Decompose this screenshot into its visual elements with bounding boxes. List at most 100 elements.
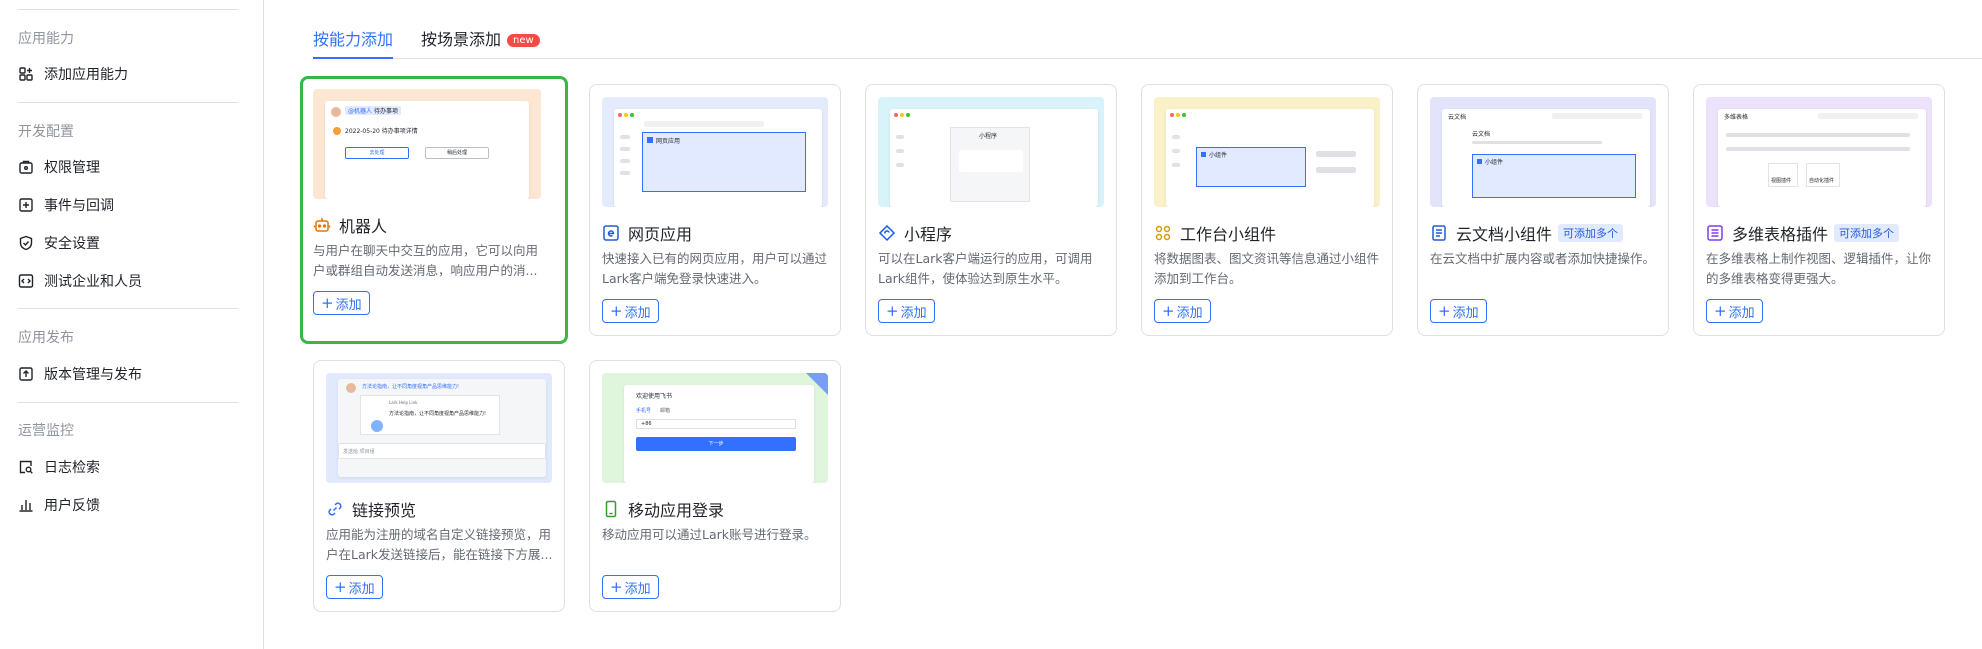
add-mini-program-button[interactable]: + 添加: [878, 299, 935, 323]
card-title: 链接预览: [326, 497, 416, 521]
multi-badge: 可添加多个: [1558, 224, 1624, 242]
card-mobile-login[interactable]: 欢迎使用飞书 手机号 邮箱 +86 下一步 移动应用登录 移动应用可以通过Lar…: [589, 360, 841, 612]
sidebar-item-log-search[interactable]: 日志检索: [18, 453, 100, 481]
card-desc: 与用户在聊天中交互的应用，它可以向用户或群组自动发送消息，响应用户的消...: [313, 243, 539, 278]
sidebar-item-label: 版本管理与发布: [44, 367, 142, 383]
table-icon: [1706, 224, 1724, 242]
chart-icon: [18, 497, 34, 513]
doc-icon: [1430, 224, 1448, 242]
add-mobile-login-button[interactable]: + 添加: [602, 575, 659, 599]
preview-window: 小程序: [890, 109, 1098, 207]
sidebar-item-version[interactable]: 版本管理与发布: [18, 360, 142, 388]
card-desc: 将数据图表、图文资讯等信息通过小组件添加到工作台。: [1154, 251, 1380, 286]
section-title-dev-config: 开发配置: [18, 124, 74, 140]
upload-icon: [18, 366, 34, 382]
add-capability-icon: [18, 66, 34, 82]
web-app-icon: [602, 224, 620, 242]
preview-link-card: Lark Help Link 方法论指南，让不同角度视角产品思维能力!: [360, 395, 500, 435]
plus-icon: +: [1714, 301, 1727, 320]
preview-window: 网页应用: [614, 109, 822, 207]
web-app-preview: 网页应用: [602, 97, 828, 207]
card-title: 云文档小组件 可添加多个: [1430, 221, 1624, 245]
card-desc: 可以在Lark客户端运行的应用，可调用Lark组件，使体验达到原生水平。: [878, 251, 1093, 286]
bitable-preview: 多维表格 视图插件 自动化插件: [1706, 97, 1932, 207]
card-mini-program[interactable]: 小程序 小程序 可以在Lark客户端运行的应用，可调用Lark组件，使体验达到原…: [865, 84, 1117, 336]
sidebar-item-test-users[interactable]: 测试企业和人员: [18, 267, 142, 295]
preview-phone-input: +86: [636, 419, 796, 429]
add-widget-button[interactable]: + 添加: [1154, 299, 1211, 323]
log-search-icon: [18, 459, 34, 475]
sidebar-item-permission[interactable]: 权限管理: [18, 153, 100, 181]
preview-frame: 网页应用: [642, 132, 806, 192]
tab-by-scenario[interactable]: 按场景添加 new: [421, 26, 540, 50]
add-link-preview-button[interactable]: + 添加: [326, 575, 383, 599]
preview-phone: 小程序: [950, 127, 1030, 202]
preview-window: 方法论指南，让不同角度视角产品思维能力! Lark Help Link 方法论指…: [338, 379, 546, 477]
mobile-icon: [602, 500, 620, 518]
sidebar-item-label: 安全设置: [44, 236, 100, 252]
sidebar-item-events[interactable]: 事件与回调: [18, 191, 114, 219]
card-link-preview[interactable]: 方法论指南，让不同角度视角产品思维能力! Lark Help Link 方法论指…: [313, 360, 565, 612]
new-badge: new: [507, 34, 540, 47]
card-desc: 快速接入已有的网页应用，用户可以通过Lark客户端免登录快速进入。: [602, 251, 828, 286]
plus-icon: +: [321, 293, 334, 312]
preview-input: 发送给 项目组: [338, 443, 546, 459]
card-doc-widget[interactable]: 云文档 云文档 小组件 云文档小组件 可添加多个 在云文档中扩展内容或者添加快捷…: [1417, 84, 1669, 336]
preview-line: 2022-05-20 待办事项详情: [345, 128, 418, 135]
plus-icon: +: [334, 577, 347, 596]
plus-icon: +: [886, 301, 899, 320]
main-content: 按能力添加 按场景添加 new @机器人 待办事项 2022-05-20 待办事项…: [265, 0, 1982, 649]
multi-badge: 可添加多个: [1834, 224, 1900, 242]
add-robot-button[interactable]: + 添加: [313, 291, 370, 315]
add-bitable-plugin-button[interactable]: + 添加: [1706, 299, 1763, 323]
permission-icon: [18, 159, 34, 175]
divider: [18, 402, 238, 403]
preview-window: 云文档 云文档 小组件: [1442, 109, 1650, 207]
card-title: 多维表格插件 可添加多个: [1706, 221, 1900, 245]
plus-icon: +: [1438, 301, 1451, 320]
divider: [18, 9, 238, 10]
robot-preview: @机器人 待办事项 2022-05-20 待办事项详情 去处理 稍后处理: [313, 89, 541, 199]
sidebar-item-label: 事件与回调: [44, 198, 114, 214]
plus-icon: +: [610, 577, 623, 596]
mobile-login-preview: 欢迎使用飞书 手机号 邮箱 +86 下一步: [602, 373, 828, 483]
tab-by-capability[interactable]: 按能力添加: [313, 26, 394, 59]
sidebar-item-add-capability[interactable]: 添加应用能力: [18, 60, 128, 88]
card-desc: 在多维表格上制作视图、逻辑插件，让你的多维表格变得更强大。: [1706, 251, 1932, 286]
mini-program-icon: [878, 224, 896, 242]
preview-tag: @机器人 待办事项: [345, 106, 401, 115]
sidebar-item-feedback[interactable]: 用户反馈: [18, 491, 100, 519]
sidebar-item-security[interactable]: 安全设置: [18, 229, 100, 257]
sidebar: 应用能力 添加应用能力 开发配置 权限管理 事件与回调 安全设置 测试企业和人员…: [0, 0, 264, 649]
robot-icon: [313, 216, 331, 234]
preview-window: 欢迎使用飞书 手机号 邮箱 +86 下一步: [624, 385, 814, 483]
code-icon: [18, 273, 34, 289]
preview-next-button: 下一步: [636, 437, 796, 451]
card-title: 小程序: [878, 221, 952, 245]
doc-widget-preview: 云文档 云文档 小组件: [1430, 97, 1656, 207]
card-desc: 应用能为注册的域名自定义链接预览，用户在Lark发送链接后，能在链接下方展...: [326, 527, 553, 562]
card-title: 网页应用: [602, 221, 692, 245]
card-title: 机器人: [313, 213, 387, 237]
card-robot[interactable]: @机器人 待办事项 2022-05-20 待办事项详情 去处理 稍后处理 机器人…: [300, 76, 568, 344]
card-desc: 在云文档中扩展内容或者添加快捷操作。: [1430, 251, 1656, 266]
widget-preview: 小组件: [1154, 97, 1380, 207]
preview-auto-plugin: 自动化插件: [1806, 163, 1840, 187]
avatar: [346, 383, 356, 393]
card-bitable-plugin[interactable]: 多维表格 视图插件 自动化插件 多维表格插件 可添加多个 在多维表格上制作视图、…: [1693, 84, 1945, 336]
sidebar-item-label: 日志检索: [44, 460, 100, 476]
card-web-app[interactable]: 网页应用 网页应用 快速接入已有的网页应用，用户可以通过Lark客户端免登录快速…: [589, 84, 841, 336]
plus-icon: +: [1162, 301, 1175, 320]
preview-button-1: 去处理: [345, 147, 409, 159]
sidebar-item-label: 添加应用能力: [44, 67, 128, 83]
preview-dot: [333, 127, 341, 135]
link-icon: [326, 500, 344, 518]
divider: [18, 102, 238, 103]
event-icon: [18, 197, 34, 213]
sidebar-item-label: 权限管理: [44, 160, 100, 176]
sidebar-item-label: 测试企业和人员: [44, 274, 142, 290]
card-workplace-widget[interactable]: 小组件 工作台小组件 将数据图表、图文资讯等信息通过小组件添加到工作台。 + 添加: [1141, 84, 1393, 336]
add-doc-widget-button[interactable]: + 添加: [1430, 299, 1487, 323]
add-web-app-button[interactable]: + 添加: [602, 299, 659, 323]
sidebar-item-label: 用户反馈: [44, 498, 100, 514]
